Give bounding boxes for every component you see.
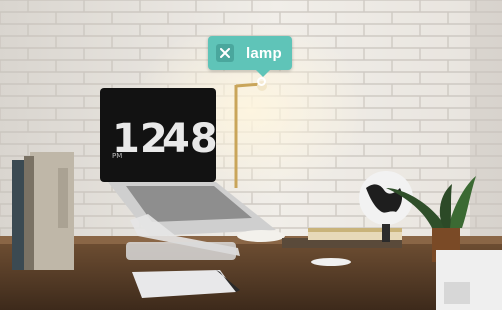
annotation-anchor-point[interactable] [257, 77, 266, 86]
annotation-tag: lamp [208, 36, 292, 77]
svg-text:PM: PM [112, 152, 122, 160]
close-icon [220, 48, 230, 58]
svg-text:48: 48 [162, 116, 218, 162]
image-annotation-canvas: 12 48 PM lamp [0, 0, 502, 310]
annotation-label: lamp [246, 44, 282, 62]
remove-annotation-button[interactable] [216, 44, 234, 62]
